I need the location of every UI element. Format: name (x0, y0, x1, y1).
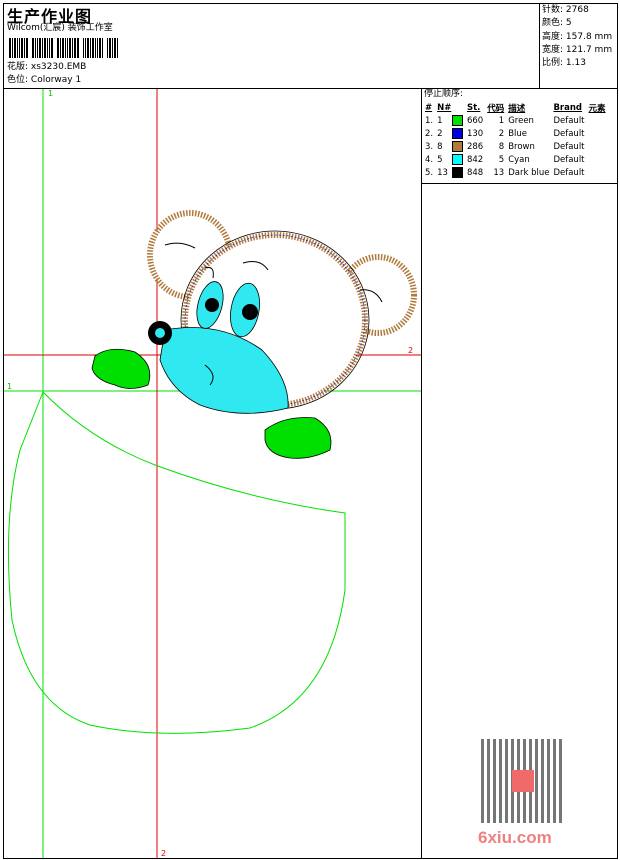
production-sheet: 生产作业图 Wilcom(汇宸) 装饰工作室 花版: xs3230.EMB 色位… (0, 0, 620, 860)
green-guide-label: 1 (48, 89, 53, 98)
green-guide-label: 1 (7, 382, 12, 391)
red-guide-label: 2 (408, 346, 413, 355)
watermark-logo: 6xiu.com (478, 828, 552, 847)
seal-icon (512, 770, 534, 792)
red-guide-label: 2 (161, 849, 166, 858)
design-canvas: 1 1 2 2 (4, 89, 421, 858)
bear-motif (91, 210, 417, 459)
